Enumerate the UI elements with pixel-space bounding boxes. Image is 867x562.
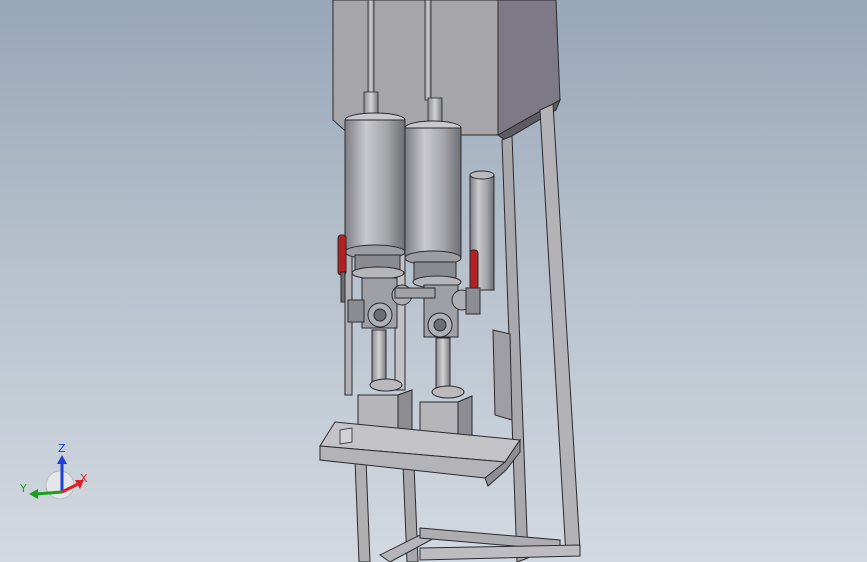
x-axis-label: X	[80, 472, 88, 485]
connecting-pipe	[394, 287, 436, 299]
dispenser-machine-model[interactable]	[0, 0, 867, 562]
3d-viewport[interactable]: Z Y X	[0, 0, 867, 562]
z-axis-label: Z	[58, 442, 66, 455]
filling-table	[319, 421, 521, 487]
orientation-triad[interactable]: Z Y X	[14, 440, 104, 510]
y-axis-label: Y	[20, 482, 27, 495]
y-axis-icon	[35, 490, 63, 496]
